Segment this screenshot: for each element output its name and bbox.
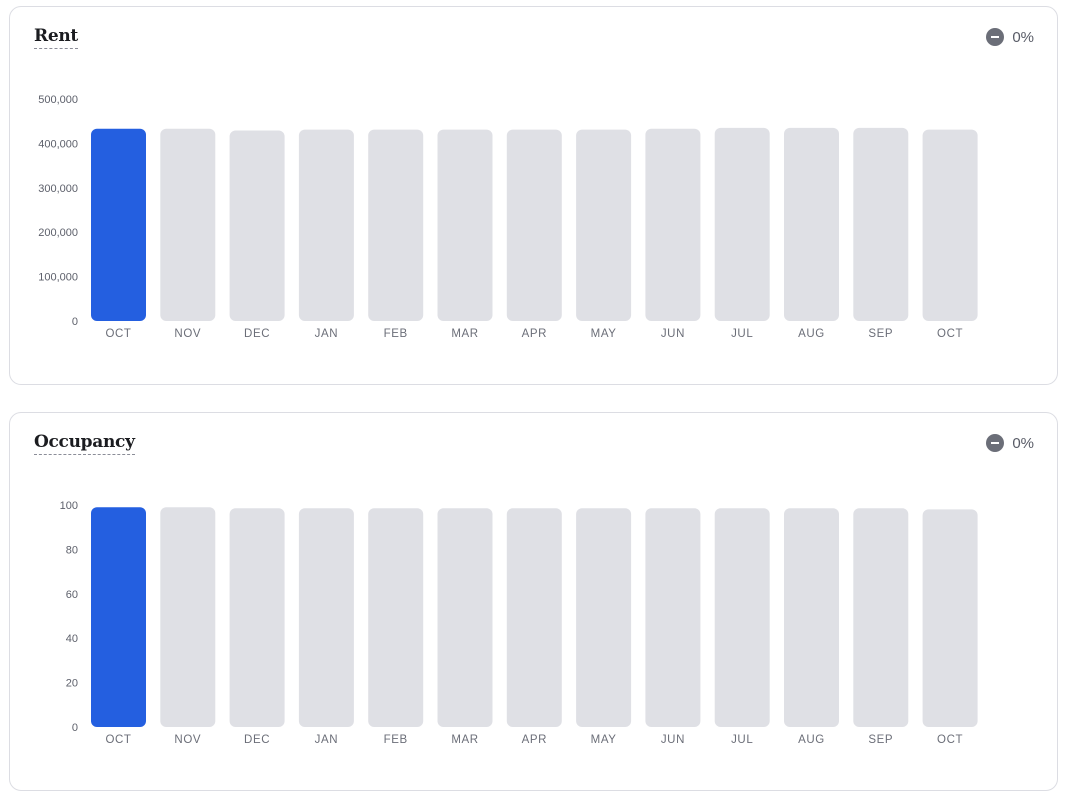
occupancy-x-tick-label: OCT: [937, 734, 963, 746]
occupancy-x-tick-label: NOV: [174, 734, 201, 746]
rent-y-tick-label: 300,000: [38, 183, 78, 195]
rent-x-tick-label: NOV: [174, 328, 201, 340]
occupancy-x-tick-label: FEB: [384, 734, 408, 746]
rent-x-tick-label: AUG: [798, 328, 825, 340]
occupancy-bar-dec[interactable]: [229, 508, 285, 727]
occupancy-x-tick-label: SEP: [868, 734, 893, 746]
rent-bar-oct[interactable]: [922, 129, 978, 321]
rent-x-tick-label: DEC: [244, 328, 270, 340]
occupancy-y-tick-label: 60: [66, 589, 78, 601]
rent-y-tick-label: 200,000: [38, 227, 78, 239]
rent-x-tick-label: FEB: [384, 328, 408, 340]
rent-bar-apr[interactable]: [506, 129, 562, 321]
occupancy-x-tick-label: APR: [522, 734, 547, 746]
rent-x-tick-label: APR: [522, 328, 547, 340]
occupancy-bar-jan[interactable]: [298, 508, 354, 727]
rent-bar-jun[interactable]: [645, 128, 701, 321]
occupancy-y-tick-label: 20: [66, 678, 78, 690]
rent-x-tick-label: MAY: [591, 328, 617, 340]
occupancy-bar-apr[interactable]: [506, 508, 562, 727]
occupancy-x-tick-label: JAN: [315, 734, 339, 746]
rent-x-tick-label: OCT: [937, 328, 963, 340]
rent-bar-may[interactable]: [576, 129, 632, 321]
occupancy-bar-mar[interactable]: [437, 508, 493, 727]
rent-x-tick-label: JUN: [661, 328, 685, 340]
occupancy-bar-nov[interactable]: [160, 507, 216, 727]
rent-bar-chart: 0 100,000 200,000 300,000 400,000 500,000 OCT N…: [38, 94, 978, 340]
rent-x-tick-label: JUL: [731, 328, 753, 340]
occupancy-bar-feb[interactable]: [368, 508, 424, 727]
occupancy-x-tick-label: JUN: [661, 734, 685, 746]
rent-bar-nov[interactable]: [160, 128, 216, 321]
occupancy-bar-chart: 0 20 40 60 80 100 OCT NOV DEC JAN FEB MAR APR MAY JUN J…: [60, 500, 978, 746]
rent-bar-oct-selected[interactable]: [91, 128, 146, 321]
rent-x-tick-label: SEP: [868, 328, 893, 340]
occupancy-x-tick-label: AUG: [798, 734, 825, 746]
rent-bar-sep[interactable]: [853, 127, 909, 322]
occupancy-card: Occupancy 0% 0 20 40 60 80 100 OCT NOV DEC JAN FEB…: [9, 412, 1058, 791]
occupancy-bar-may[interactable]: [576, 508, 632, 727]
occupancy-y-tick-label: 100: [60, 500, 78, 512]
occupancy-bar-sep[interactable]: [853, 508, 909, 727]
rent-x-tick-label: MAR: [451, 328, 478, 340]
occupancy-bar-oct-selected[interactable]: [91, 507, 146, 727]
occupancy-x-tick-label: MAR: [451, 734, 478, 746]
occupancy-bar-aug[interactable]: [784, 508, 839, 727]
occupancy-y-tick-label: 0: [72, 722, 78, 734]
rent-bar-feb[interactable]: [368, 129, 424, 321]
occupancy-y-tick-label: 40: [66, 633, 78, 645]
rent-card: Rent 0% 0 100,000 200,000 300,000 400,000 500…: [9, 6, 1058, 385]
rent-bar-jul[interactable]: [714, 127, 770, 322]
occupancy-bar-oct[interactable]: [922, 509, 978, 727]
occupancy-x-tick-label: JUL: [731, 734, 753, 746]
occupancy-x-tick-label: OCT: [105, 734, 131, 746]
occupancy-bar-jun[interactable]: [645, 508, 701, 727]
rent-y-tick-label: 500,000: [38, 94, 78, 106]
rent-y-tick-label: 0: [72, 316, 78, 328]
rent-bar-jan[interactable]: [298, 129, 354, 321]
rent-bar-dec[interactable]: [229, 130, 285, 322]
occupancy-x-tick-label: DEC: [244, 734, 270, 746]
rent-bar-mar[interactable]: [437, 129, 493, 321]
rent-x-tick-label: JAN: [315, 328, 339, 340]
occupancy-y-tick-label: 80: [66, 544, 78, 556]
rent-y-tick-label: 400,000: [38, 138, 78, 150]
rent-y-tick-label: 100,000: [38, 272, 78, 284]
rent-bar-aug[interactable]: [784, 127, 839, 322]
rent-x-tick-label: OCT: [105, 328, 131, 340]
occupancy-bar-jul[interactable]: [714, 508, 770, 727]
occupancy-x-tick-label: MAY: [591, 734, 617, 746]
